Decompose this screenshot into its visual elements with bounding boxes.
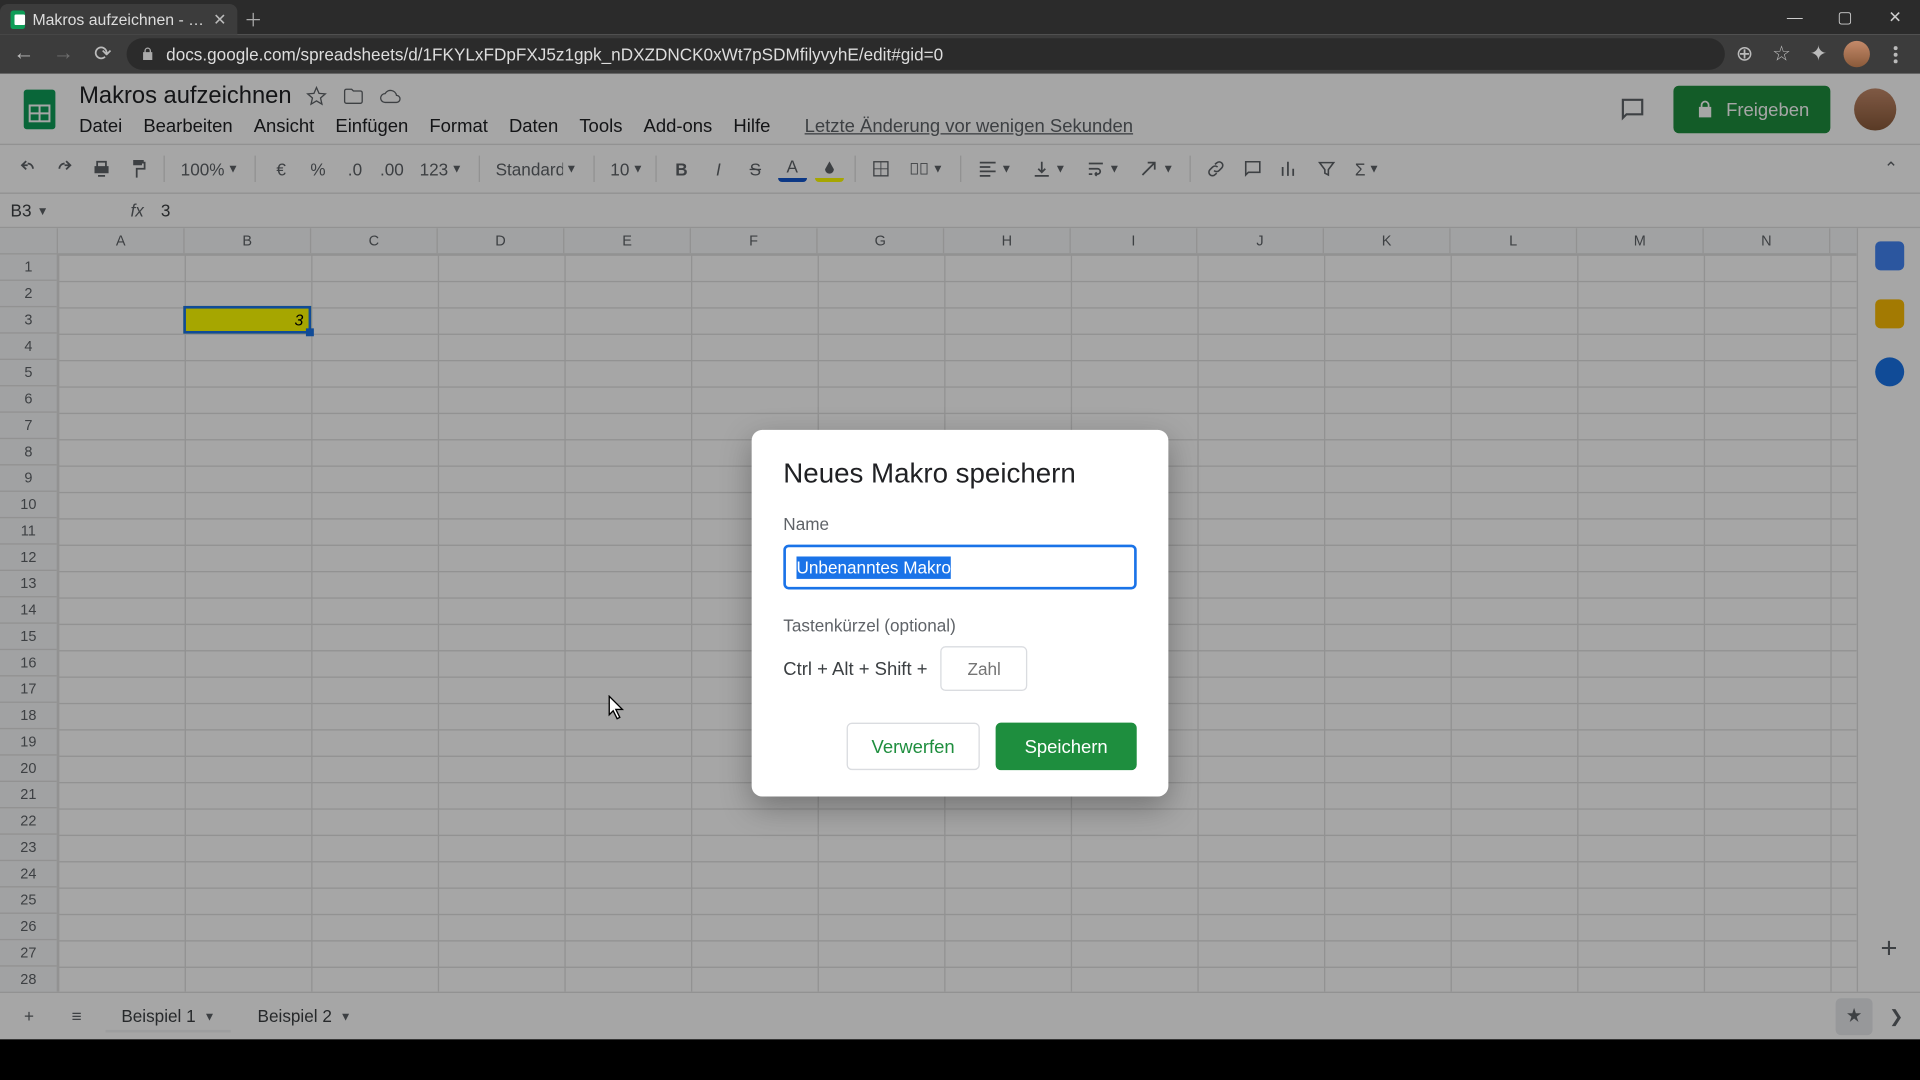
bookmark-star-icon[interactable]: ☆ (1770, 42, 1794, 66)
dialog-title: Neues Makro speichern (783, 459, 1136, 491)
browser-address-bar: ← → ⟳ docs.google.com/spreadsheets/d/1FK… (0, 34, 1920, 74)
shortcut-prefix-text: Ctrl + Alt + Shift + (783, 658, 927, 679)
macro-name-input[interactable]: Unbenanntes Makro (783, 545, 1136, 590)
extensions-icon[interactable]: ✦ (1807, 42, 1831, 66)
chrome-menu-button[interactable] (1883, 42, 1907, 66)
forward-button[interactable]: → (47, 38, 79, 70)
reload-button[interactable]: ⟳ (87, 38, 119, 70)
tab-title: Makros aufzeichnen - Google Ta (32, 10, 204, 28)
discard-button[interactable]: Verwerfen (846, 723, 979, 770)
browser-titlebar: Makros aufzeichnen - Google Ta ✕ ＋ ― ▢ ✕ (0, 0, 1920, 34)
modal-scrim: Neues Makro speichern Name Unbenanntes M… (0, 74, 1920, 1039)
url-text: docs.google.com/spreadsheets/d/1FKYLxFDp… (166, 44, 943, 64)
window-close-button[interactable]: ✕ (1870, 0, 1920, 34)
url-input[interactable]: docs.google.com/spreadsheets/d/1FKYLxFDp… (127, 38, 1725, 70)
tab-close-icon[interactable]: ✕ (213, 10, 227, 28)
window-maximize-button[interactable]: ▢ (1820, 0, 1870, 34)
back-button[interactable]: ← (8, 38, 40, 70)
window-minimize-button[interactable]: ― (1770, 0, 1820, 34)
zoom-icon[interactable]: ⊕ (1733, 42, 1757, 66)
save-button[interactable]: Speichern (996, 723, 1137, 770)
name-field-label: Name (783, 514, 1136, 534)
profile-avatar[interactable] (1844, 41, 1870, 67)
browser-tab[interactable]: Makros aufzeichnen - Google Ta ✕ (0, 4, 237, 34)
sheets-favicon (11, 10, 25, 28)
new-tab-button[interactable]: ＋ (237, 4, 269, 34)
save-macro-dialog: Neues Makro speichern Name Unbenanntes M… (752, 430, 1169, 797)
shortcut-field-label: Tastenkürzel (optional) (783, 616, 1136, 636)
shortcut-number-input[interactable] (941, 646, 1028, 691)
lock-icon (140, 46, 156, 62)
